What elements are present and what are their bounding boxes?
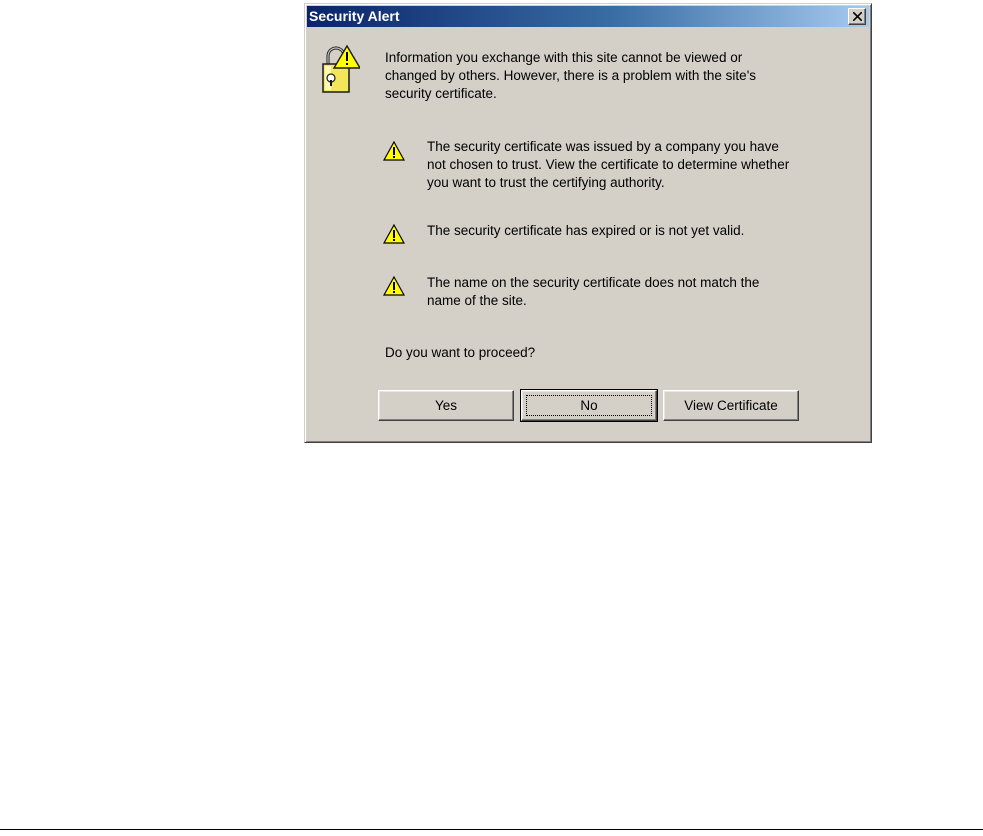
proceed-question: Do you want to proceed? <box>385 345 536 360</box>
warning-triangle-icon <box>383 224 405 244</box>
no-button[interactable]: No <box>520 389 658 422</box>
close-icon <box>853 12 862 21</box>
lock-warning-icon <box>322 44 360 93</box>
yes-button[interactable]: Yes <box>378 390 514 421</box>
no-button-label: No <box>580 398 598 413</box>
warning-text-untrusted-issuer: The security certificate was issued by a… <box>427 139 790 190</box>
warning-triangle-icon <box>383 141 405 161</box>
security-alert-dialog: Security Alert Information you exchange … <box>304 3 872 443</box>
warning-triangle-icon <box>383 276 405 296</box>
warning-text-name-mismatch: The name on the security certificate doe… <box>427 275 760 308</box>
dialog-title: Security Alert <box>309 8 400 24</box>
intro-text: Information you exchange with this site … <box>385 50 757 101</box>
title-bar[interactable]: Security Alert <box>307 6 869 27</box>
view-certificate-button[interactable]: View Certificate <box>663 390 799 421</box>
page-bottom-rule <box>0 829 983 830</box>
warning-text-expired: The security certificate has expired or … <box>427 223 745 238</box>
close-button[interactable] <box>848 8 866 25</box>
